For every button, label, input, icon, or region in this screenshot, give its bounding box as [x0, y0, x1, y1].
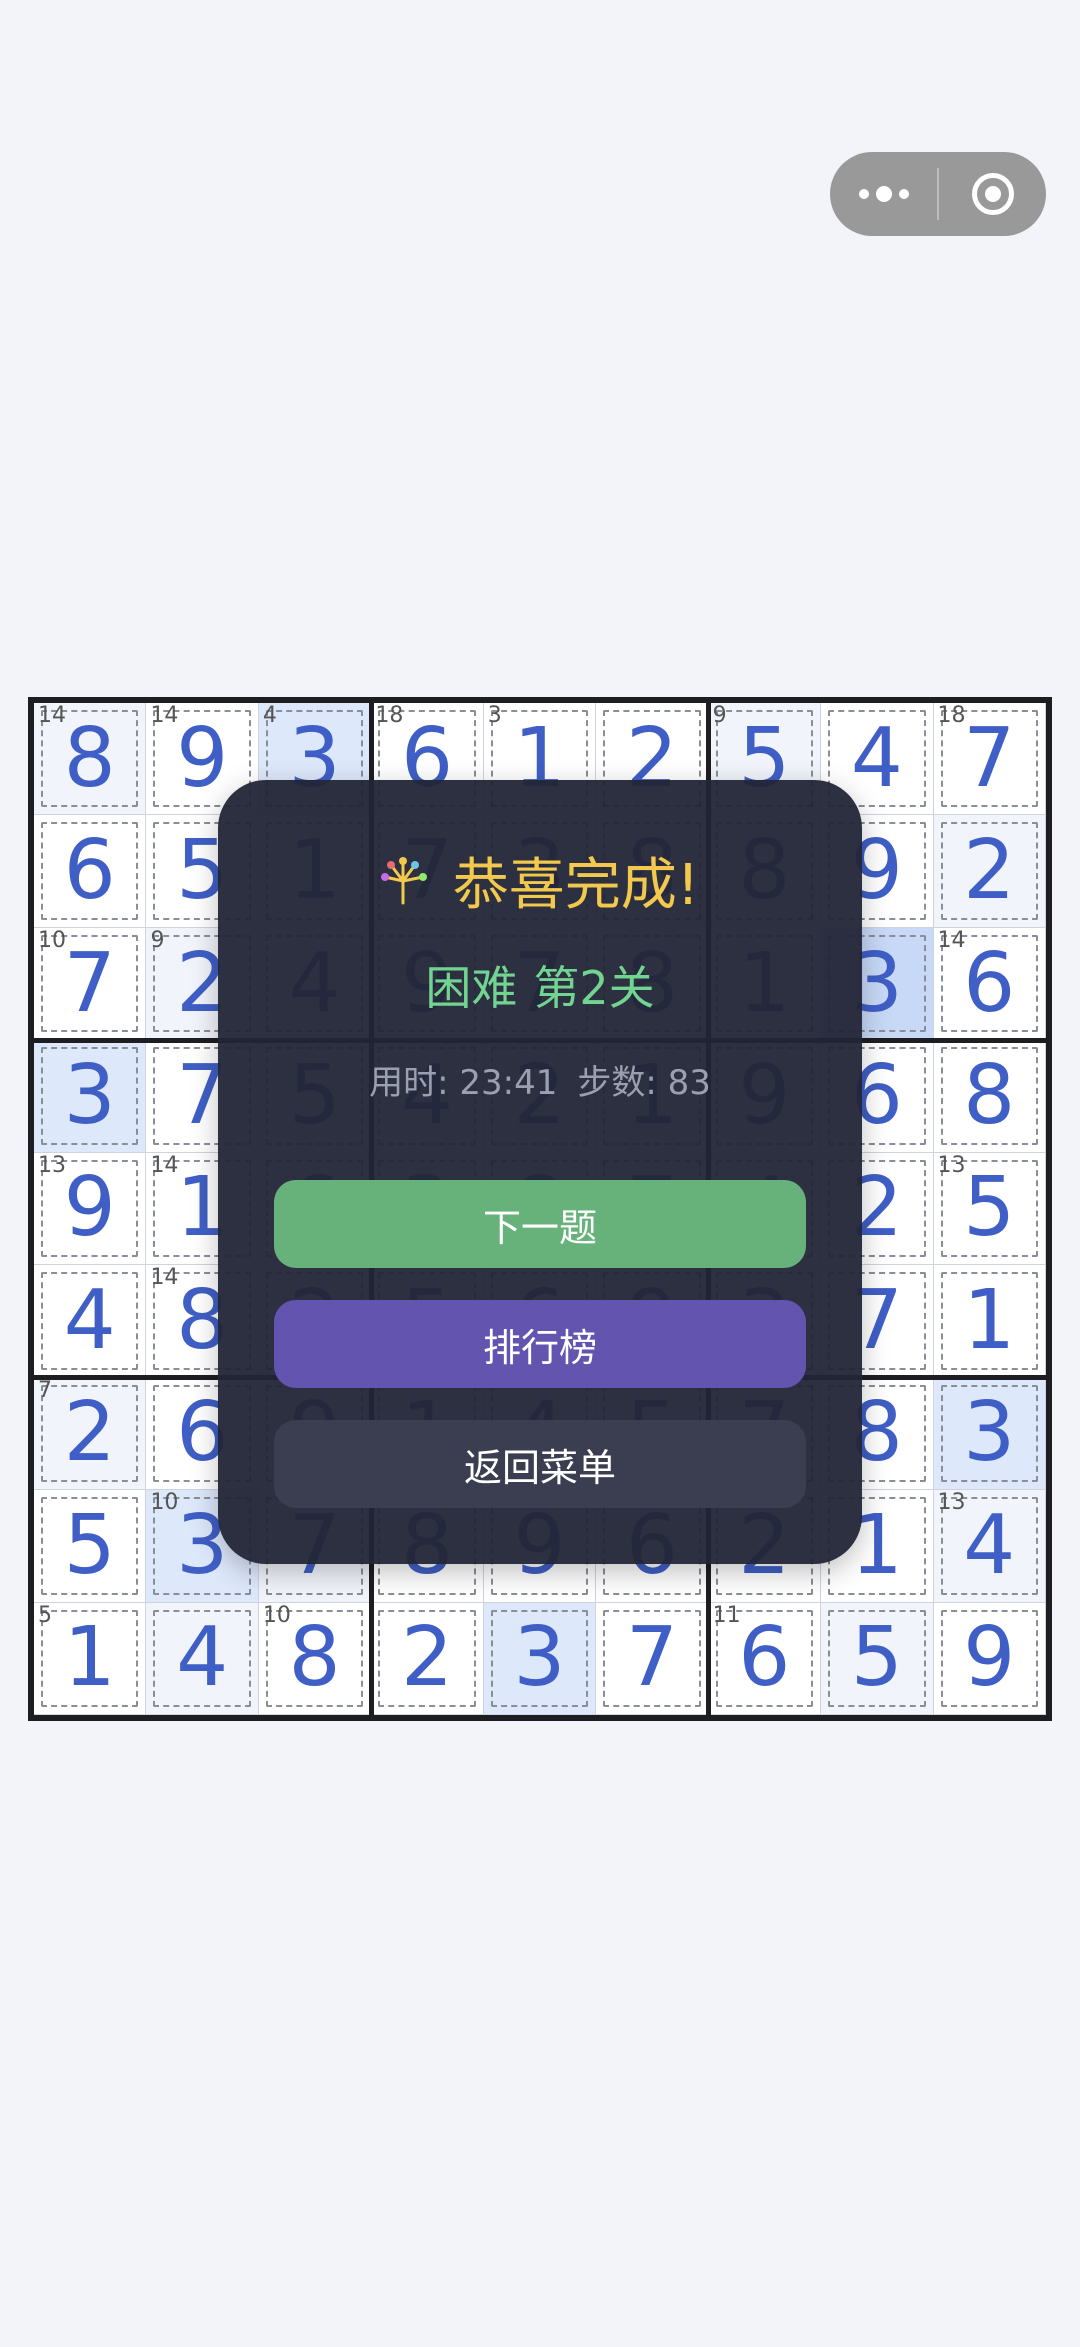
cell-digit: 5 — [850, 1610, 903, 1706]
cage-sum: 14 — [937, 927, 966, 953]
cell-digit: 6 — [63, 823, 116, 919]
cell-digit: 3 — [513, 1610, 566, 1706]
leaderboard-button[interactable]: 排行榜 — [274, 1300, 806, 1388]
next-puzzle-button[interactable]: 下一题 — [274, 1180, 806, 1268]
board-cell[interactable]: 5 — [34, 1490, 147, 1603]
stats-row: 用时: 23:41 步数: 83 — [218, 1055, 862, 1104]
cage-sum: 18 — [937, 703, 966, 728]
steps-stat: 步数: 83 — [577, 1063, 711, 1103]
cell-digit: 8 — [288, 1610, 341, 1706]
board-cell[interactable]: 13 9 — [34, 1152, 147, 1266]
cage-sum: 5 — [38, 1602, 52, 1628]
cell-digit: 2 — [963, 823, 1016, 919]
board-cell[interactable]: 3 — [34, 1040, 147, 1153]
cell-digit: 9 — [963, 1610, 1016, 1706]
board-cell[interactable]: 6 — [34, 815, 147, 928]
board-cell[interactable]: 3 — [483, 1602, 597, 1715]
cell-digit: 3 — [63, 1048, 116, 1144]
cell-digit: 4 — [850, 710, 903, 806]
cell-digit: 7 — [625, 1610, 679, 1706]
cell-digit: 6 — [738, 1610, 791, 1706]
board-cell[interactable]: 5 — [821, 1602, 934, 1715]
board-cell[interactable]: 10 7 — [34, 927, 147, 1041]
cage-sum: 13 — [937, 1490, 966, 1516]
level-label: 第2关 — [533, 961, 655, 1015]
cell-digit: 2 — [63, 1385, 116, 1481]
cell-digit: 2 — [400, 1610, 454, 1706]
cage-sum: 14 — [150, 1265, 179, 1291]
board-cell[interactable]: 1 — [933, 1265, 1046, 1378]
board-cell[interactable]: 10 8 — [258, 1602, 372, 1715]
cell-digit: 4 — [63, 1272, 116, 1368]
cell-digit: 6 — [963, 935, 1016, 1031]
completion-dialog: 恭喜完成! 困难 第2关 用时: 23:41 步数: 83 下一题 排行榜 返回菜单 — [218, 780, 862, 1564]
cage-sum: 9 — [712, 703, 727, 728]
cage-sum: 14 — [150, 1152, 179, 1178]
board-cell[interactable]: 51 — [34, 1602, 147, 1715]
board-cell[interactable]: 13 5 — [933, 1152, 1046, 1266]
board-cell[interactable]: 2 — [933, 815, 1046, 928]
app-screen: 1481494318631295418765173889210792497813… — [0, 0, 1080, 2347]
time-stat: 用时: 23:41 — [369, 1063, 558, 1103]
cell-digit: 1 — [963, 1272, 1016, 1368]
cage-sum: 11 — [712, 1602, 741, 1628]
cage-sum: 9 — [150, 927, 165, 953]
cell-digit: 8 — [63, 710, 116, 806]
miniprogram-capsule — [830, 152, 1046, 236]
cell-digit: 7 — [963, 710, 1016, 806]
board-cell[interactable]: 4 — [34, 1265, 147, 1378]
cell-digit: 9 — [176, 710, 229, 806]
board-cell[interactable]: 4 — [146, 1602, 259, 1715]
board-cell[interactable]: 8 — [933, 1040, 1046, 1153]
difficulty-label: 困难 — [425, 961, 518, 1015]
board-cell[interactable]: 11 6 — [708, 1602, 822, 1715]
cell-digit: 3 — [963, 1385, 1016, 1481]
cell-digit: 5 — [63, 1497, 116, 1593]
cage-sum: 7 — [38, 1377, 52, 1403]
cell-digit: 7 — [63, 935, 116, 1031]
board-cell[interactable]: 3 — [933, 1377, 1046, 1491]
more-dots-icon — [858, 186, 909, 202]
cage-sum: 10 — [38, 927, 66, 953]
board-cell[interactable]: 72 — [34, 1377, 147, 1491]
cage-sum: 14 — [38, 703, 66, 728]
board-cell[interactable]: 18 7 — [933, 703, 1046, 816]
cell-digit: 5 — [963, 1160, 1016, 1256]
sparkle-icon — [380, 856, 427, 904]
board-cell[interactable]: 14 8 — [34, 703, 147, 816]
board-cell[interactable]: 13 4 — [933, 1490, 1046, 1603]
dialog-title-row: 恭喜完成! — [218, 840, 862, 921]
board-cell[interactable]: 14 6 — [933, 927, 1046, 1041]
cell-digit: 9 — [63, 1160, 116, 1256]
board-cell[interactable]: 2 — [371, 1602, 484, 1715]
dialog-title: 恭喜完成! — [452, 853, 700, 918]
cage-sum: 10 — [150, 1490, 179, 1516]
close-miniprogram-button[interactable] — [939, 152, 1046, 236]
cage-sum: 13 — [38, 1152, 66, 1178]
cage-sum: 4 — [262, 703, 277, 728]
cage-sum: 13 — [937, 1152, 966, 1178]
cell-digit: 1 — [63, 1610, 116, 1706]
cell-digit: 4 — [176, 1610, 229, 1706]
cage-sum: 3 — [487, 703, 502, 728]
cage-sum: 14 — [150, 703, 179, 728]
cage-sum: 10 — [262, 1602, 291, 1628]
board-cell[interactable]: 7 — [596, 1602, 709, 1715]
cell-digit: 8 — [963, 1048, 1016, 1144]
board-cell[interactable]: 9 — [933, 1602, 1046, 1715]
cage-sum: 18 — [375, 703, 404, 728]
cell-digit: 4 — [963, 1497, 1016, 1593]
return-menu-button[interactable]: 返回菜单 — [274, 1420, 806, 1508]
target-circle-icon — [971, 173, 1014, 215]
more-menu-button[interactable] — [830, 152, 937, 236]
level-info: 困难 第2关 — [218, 952, 862, 1018]
